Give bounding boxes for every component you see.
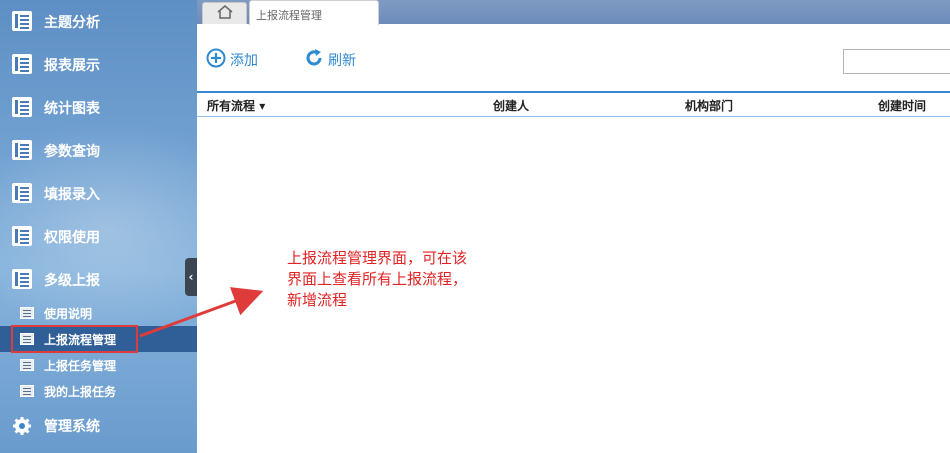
annotation-text: 上报流程管理界面，可在该界面上查看所有上报流程，新增流程 [287, 249, 468, 309]
sidebar-item-report-display[interactable]: 报表展示 [0, 43, 197, 86]
flow-table-header: 所有流程 ▾ 创建人 机构部门 创建时间 [197, 91, 950, 117]
sidebar-item-permission-usage[interactable]: 权限使用 [0, 215, 197, 258]
report-icon [12, 226, 32, 246]
column-created-time[interactable]: 创建时间 [878, 97, 926, 114]
column-department[interactable]: 机构部门 [685, 97, 733, 114]
annotation-highlight-box [11, 325, 138, 353]
search-input[interactable] [843, 49, 950, 74]
sidebar-collapse-handle[interactable]: ‹ [185, 258, 197, 296]
refresh-button[interactable]: 刷新 [304, 49, 356, 71]
doc-icon [20, 307, 34, 319]
tab-home[interactable] [202, 2, 247, 24]
sidebar-subitem-label: 使用说明 [44, 306, 93, 321]
sidebar-item-label: 填报录入 [44, 186, 100, 203]
report-icon [12, 269, 32, 289]
sidebar-item-label: 参数查询 [44, 143, 100, 160]
sidebar-item-management-system[interactable]: 管理系统 [0, 404, 197, 447]
sidebar-item-label: 多级上报 [44, 272, 100, 289]
column-creator[interactable]: 创建人 [493, 97, 529, 114]
home-icon [216, 4, 234, 24]
list-icon [20, 359, 34, 371]
add-icon [206, 48, 226, 72]
sidebar-item-label: 主题分析 [44, 14, 100, 31]
sidebar-item-label: 权限使用 [44, 229, 100, 246]
sidebar-item-label: 管理系统 [44, 418, 100, 435]
sidebar: 主题分析 报表展示 统计图表 参数查询 填报录入 权限使用 多级上报 使用说明 … [0, 0, 197, 453]
chevron-down-icon: ▾ [259, 99, 266, 113]
list-icon [20, 385, 34, 397]
add-button-label: 添加 [230, 53, 258, 69]
sidebar-subitem-usage-guide[interactable]: 使用说明 [0, 300, 197, 326]
report-icon [12, 54, 32, 74]
sidebar-item-label: 统计图表 [44, 100, 100, 117]
sidebar-item-multilevel-report[interactable]: 多级上报 [0, 258, 197, 301]
chevron-left-icon: ‹ [188, 270, 194, 284]
tab-report-flow-management[interactable]: 上报流程管理 [249, 0, 379, 25]
refresh-button-label: 刷新 [328, 53, 356, 69]
report-icon [12, 11, 32, 31]
sidebar-item-statistics-charts[interactable]: 统计图表 [0, 86, 197, 129]
gear-icon [12, 416, 32, 436]
sidebar-subitem-my-report-tasks[interactable]: 我的上报任务 [0, 378, 197, 404]
sidebar-subitem-label: 我的上报任务 [44, 384, 117, 399]
sidebar-subitem-label: 上报任务管理 [44, 358, 117, 373]
column-all-flows[interactable]: 所有流程 ▾ [207, 97, 265, 114]
add-button[interactable]: 添加 [206, 48, 258, 72]
sidebar-item-data-entry[interactable]: 填报录入 [0, 172, 197, 215]
app-window: 主题分析 报表展示 统计图表 参数查询 填报录入 权限使用 多级上报 使用说明 … [0, 0, 950, 453]
refresh-icon [304, 48, 324, 72]
column-header-label: 所有流程 [207, 99, 256, 113]
sidebar-item-parameter-query[interactable]: 参数查询 [0, 129, 197, 172]
sidebar-item-topic-analysis[interactable]: 主题分析 [0, 0, 197, 43]
sidebar-subitem-report-task-management[interactable]: 上报任务管理 [0, 352, 197, 378]
sidebar-item-label: 报表展示 [44, 57, 100, 74]
report-icon [12, 140, 32, 160]
report-icon [12, 97, 32, 117]
report-icon [12, 183, 32, 203]
